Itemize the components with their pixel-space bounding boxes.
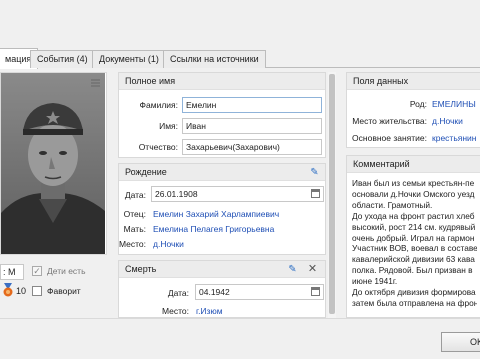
full-name-header: Полное имя: [119, 73, 325, 90]
death-place-label: Место:: [161, 306, 189, 316]
mother-label: Мать:: [123, 224, 146, 234]
medal-count: 10: [16, 286, 27, 296]
comment-line: основали д.Ночки Омского уезд: [352, 188, 475, 199]
clan-link[interactable]: ЕМЕЛИНЫ: [432, 99, 476, 109]
birth-panel: Рождение ✎ Дата: 26.01.1908 Отец: Емелин…: [118, 163, 326, 255]
residence-label: Место жительства:: [352, 116, 427, 126]
birth-date-field[interactable]: 26.01.1908: [151, 186, 324, 202]
full-name-panel: Полное имя Фамилия: Емелин Имя: Иван Отч…: [118, 72, 326, 158]
tab-events[interactable]: События (4): [30, 50, 95, 68]
occupation-link[interactable]: крестьянин: [432, 133, 476, 143]
gender-field[interactable]: : М: [0, 264, 24, 280]
father-link[interactable]: Емелин Захарий Харлампиевич: [153, 209, 279, 219]
medal-icon: [3, 283, 13, 297]
calendar-icon[interactable]: [311, 287, 320, 296]
photo-menu-icon[interactable]: [91, 79, 100, 87]
name-field[interactable]: Иван: [182, 118, 322, 134]
patronymic-label: Отчество:: [138, 142, 178, 152]
edit-birth-icon[interactable]: ✎: [309, 167, 320, 178]
portrait-image: [1, 73, 105, 254]
comment-text[interactable]: Иван был из семьи крестьян-пе основали д…: [352, 178, 477, 309]
comment-line: высокий, рост 214 см. кудрявый: [352, 221, 476, 232]
surname-label: Фамилия:: [139, 100, 178, 110]
mother-link[interactable]: Емелина Пелагея Григорьевна: [153, 224, 274, 234]
comment-line: Иван был из семьи крестьян-пе: [352, 178, 475, 188]
comment-line: области. Грамотный.: [352, 199, 433, 210]
dialog-button-bar: [0, 318, 480, 359]
close-icon[interactable]: ✕: [307, 264, 318, 275]
comment-panel: Комментарий Иван был из семьи крестьян-п…: [346, 155, 480, 318]
data-fields-header: Поля данных: [347, 73, 480, 90]
patronymic-field[interactable]: Захарьевич(Захарович): [182, 139, 322, 155]
death-panel: Смерть ✎ ✕ Дата: 04.1942 Место: г.Изюм: [118, 260, 326, 318]
comment-line: очень добрый. Играл на гармон: [352, 232, 475, 243]
edit-death-icon[interactable]: ✎: [287, 264, 298, 275]
birth-place-label: Место:: [118, 239, 146, 249]
children-label: Дети есть: [47, 266, 86, 276]
favorite-checkbox[interactable]: [32, 286, 42, 296]
comment-line: затем была отправлена на фрон: [352, 297, 477, 308]
comment-line: До ухода на фронт растил хлеб: [352, 210, 475, 221]
comment-line: Участник ВОВ, воевал в составе: [352, 243, 477, 254]
children-checkbox[interactable]: ✓: [32, 266, 42, 276]
birth-date-label: Дата:: [124, 190, 146, 200]
comment-line: До октября дивизия формирова: [352, 287, 476, 298]
death-date-label: Дата:: [167, 288, 189, 298]
data-fields-panel: Поля данных Род: ЕМЕЛИНЫ Место жительств…: [346, 72, 480, 148]
tab-documents[interactable]: Документы (1): [92, 50, 166, 68]
father-label: Отец:: [123, 209, 146, 219]
comment-header: Комментарий: [347, 156, 480, 173]
tab-bar: мация События (4) Документы (1) Ссылки н…: [0, 48, 480, 69]
favorite-label: Фаворит: [47, 286, 81, 296]
name-label: Имя:: [159, 121, 178, 131]
birth-header: Рождение: [119, 164, 325, 181]
person-photo[interactable]: [0, 72, 107, 255]
calendar-icon[interactable]: [311, 189, 320, 198]
occupation-label: Основное занятие:: [352, 133, 427, 143]
scroll-thumb[interactable]: [329, 74, 335, 314]
comment-line: полка. Рядовой. Был призван в: [352, 265, 473, 276]
comment-line: кавалерийской дивизии 63 кава: [352, 254, 475, 265]
middle-scrollbar[interactable]: [328, 72, 336, 318]
clan-label: Род:: [409, 99, 427, 109]
birth-place-link[interactable]: д.Ночки: [153, 239, 184, 249]
residence-link[interactable]: д.Ночки: [432, 116, 463, 126]
death-date-field[interactable]: 04.1942: [195, 284, 324, 300]
death-place-link[interactable]: г.Изюм: [196, 306, 223, 316]
comment-line: июне 1941г.: [352, 276, 398, 287]
tab-source-links[interactable]: Ссылки на источники: [163, 50, 266, 68]
surname-field[interactable]: Емелин: [182, 97, 322, 113]
ok-button[interactable]: OK: [441, 332, 480, 352]
